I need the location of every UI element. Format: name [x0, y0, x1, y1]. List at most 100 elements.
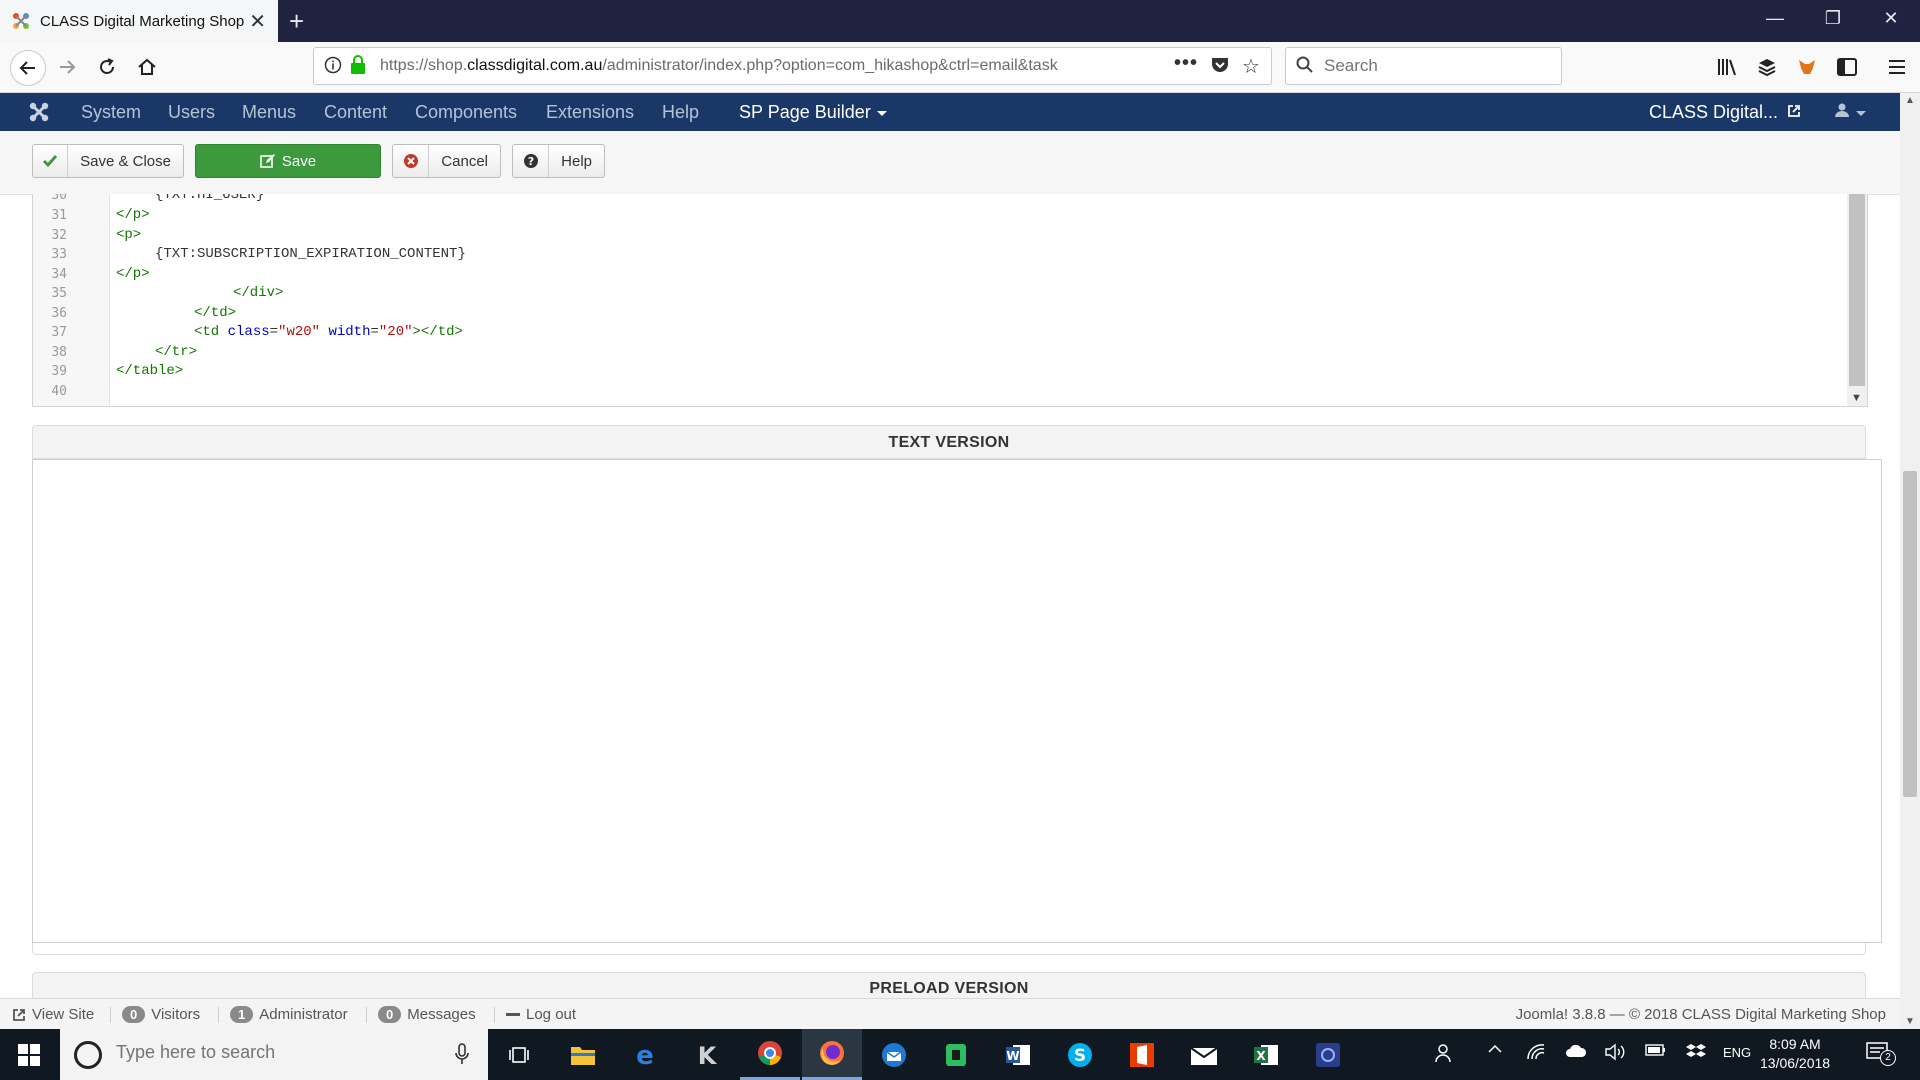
- windows-start-icon[interactable]: [18, 1044, 40, 1071]
- forward-button[interactable]: [52, 52, 82, 82]
- line-number: 31: [51, 208, 67, 223]
- onedrive-cloud-icon[interactable]: [1565, 1043, 1587, 1063]
- menu-extensions[interactable]: Extensions: [546, 102, 634, 123]
- office-icon[interactable]: [1112, 1029, 1172, 1080]
- menu-components[interactable]: Components: [415, 102, 517, 123]
- joomla-version-footer: Joomla! 3.8.8 — © 2018 CLASS Digital Mar…: [1515, 1006, 1886, 1023]
- log-out-link[interactable]: Log out: [506, 1006, 576, 1023]
- help-button[interactable]: ? Help: [512, 144, 605, 178]
- reload-button[interactable]: [92, 52, 122, 82]
- visitors-count-badge: 0: [122, 1006, 146, 1023]
- visitors-label: Visitors: [151, 1006, 201, 1023]
- pocket-icon[interactable]: [1210, 55, 1230, 80]
- task-view-icon[interactable]: [490, 1029, 550, 1080]
- chrome-icon[interactable]: [740, 1029, 800, 1080]
- people-icon[interactable]: [1435, 1043, 1457, 1067]
- back-button[interactable]: [10, 50, 46, 86]
- mail-icon[interactable]: [1174, 1029, 1234, 1080]
- sp-page-builder-label: SP Page Builder: [739, 102, 871, 122]
- taskbar-search-input[interactable]: [114, 1041, 418, 1064]
- save-button[interactable]: Save: [195, 144, 381, 178]
- view-site-link[interactable]: View Site: [12, 1006, 94, 1023]
- window-minimize-button[interactable]: —: [1752, 8, 1798, 29]
- language-indicator[interactable]: ENG: [1723, 1045, 1751, 1060]
- window-restore-button[interactable]: ❐: [1810, 8, 1856, 29]
- wifi-icon[interactable]: [1526, 1043, 1546, 1065]
- taskbar-clock[interactable]: 8:09 AM 13/06/2018: [1760, 1035, 1830, 1073]
- editor-scrollbar[interactable]: ▼: [1847, 194, 1867, 406]
- bookmark-star-icon[interactable]: ☆: [1242, 54, 1260, 79]
- joomla-logo-icon[interactable]: [28, 101, 50, 128]
- code-token-tag: <td: [194, 324, 220, 340]
- skype-icon[interactable]: S: [1050, 1029, 1110, 1080]
- menu-menus[interactable]: Menus: [242, 102, 296, 123]
- administrator-link[interactable]: 1 Administrator: [230, 1006, 348, 1023]
- question-circle-icon: ?: [513, 145, 550, 177]
- minus-icon: [506, 1013, 520, 1016]
- code-line: </p>: [116, 266, 150, 282]
- sidebar-toggle-icon[interactable]: [1832, 52, 1862, 82]
- code-line: </table>: [116, 363, 184, 379]
- secure-lock-icon[interactable]: [350, 55, 366, 80]
- user-menu[interactable]: [1834, 102, 1866, 123]
- scroll-down-arrow-icon[interactable]: ▼: [1851, 392, 1862, 404]
- library-icon[interactable]: [1712, 52, 1742, 82]
- menu-content[interactable]: Content: [324, 102, 387, 123]
- action-center-icon[interactable]: 2: [1866, 1041, 1896, 1069]
- menu-help[interactable]: Help: [662, 102, 699, 123]
- scroll-up-arrow-icon[interactable]: ▲: [1905, 95, 1915, 106]
- site-info-icon[interactable]: [324, 56, 342, 79]
- layers-extension-icon[interactable]: [1752, 52, 1782, 82]
- firefox-icon[interactable]: [802, 1029, 862, 1080]
- messages-link[interactable]: 0 Messages: [378, 1006, 476, 1023]
- volume-icon[interactable]: [1604, 1043, 1626, 1065]
- tab-close-icon[interactable]: ✕: [249, 9, 266, 34]
- visitors-link[interactable]: 0 Visitors: [122, 1006, 200, 1023]
- svg-text:?: ?: [527, 155, 533, 168]
- page-scrollbar-thumb[interactable]: [1903, 471, 1917, 797]
- page-scrollbar[interactable]: ▲ ▼: [1900, 93, 1920, 1029]
- url-domain: classdigital.com.au: [467, 57, 603, 74]
- thunderbird-icon[interactable]: [864, 1029, 924, 1080]
- page-scroll-down-arrow-icon[interactable]: ▼: [1905, 1016, 1915, 1027]
- url-text[interactable]: https://shop.classdigital.com.au/adminis…: [380, 57, 1140, 75]
- menu-sp-page-builder[interactable]: SP Page Builder: [739, 102, 887, 123]
- text-version-footer: [32, 943, 1866, 955]
- clock-time: 8:09 AM: [1769, 1036, 1821, 1052]
- edge-browser-icon[interactable]: e: [615, 1029, 675, 1080]
- evernote-icon[interactable]: [926, 1029, 986, 1080]
- browser-menu-icon[interactable]: [1882, 52, 1912, 82]
- k-app-icon[interactable]: K: [677, 1029, 737, 1080]
- word-icon[interactable]: W: [988, 1029, 1048, 1080]
- page-actions-icon[interactable]: •••: [1174, 52, 1198, 75]
- site-link[interactable]: CLASS Digital...: [1649, 102, 1801, 123]
- browser-tab-active[interactable]: CLASS Digital Marketing Shop ✕: [0, 0, 278, 42]
- save-close-button[interactable]: Save & Close: [32, 144, 184, 178]
- excel-icon[interactable]: X: [1236, 1029, 1296, 1080]
- window-close-button[interactable]: ✕: [1868, 8, 1914, 29]
- windows-taskbar: e K W S X: [0, 1029, 1920, 1080]
- url-bar[interactable]: https://shop.classdigital.com.au/adminis…: [313, 47, 1272, 85]
- home-button[interactable]: [132, 52, 162, 82]
- microphone-icon[interactable]: [455, 1043, 469, 1070]
- show-hidden-icons-chevron-icon[interactable]: [1487, 1041, 1503, 1061]
- log-out-label: Log out: [526, 1006, 577, 1023]
- battery-icon[interactable]: [1645, 1043, 1667, 1061]
- file-explorer-icon[interactable]: [553, 1029, 613, 1080]
- dropbox-icon[interactable]: [1686, 1043, 1706, 1065]
- menu-users[interactable]: Users: [168, 102, 215, 123]
- new-tab-button[interactable]: +: [289, 6, 304, 37]
- svg-text:K: K: [698, 1043, 718, 1067]
- text-version-textarea[interactable]: [32, 459, 1882, 943]
- metamask-fox-icon[interactable]: [1792, 52, 1822, 82]
- menu-system[interactable]: System: [81, 102, 141, 123]
- tab-title: CLASS Digital Marketing Shop: [40, 12, 245, 30]
- cancel-button[interactable]: Cancel: [392, 144, 501, 178]
- code-line: </p>: [116, 207, 150, 223]
- html-code-editor[interactable]: 30 31 32 33 34 35 36 37 38 39 40 {TXT:HI…: [32, 194, 1868, 407]
- photos-app-icon[interactable]: [1298, 1029, 1358, 1080]
- browser-search-box[interactable]: [1285, 47, 1562, 85]
- taskbar-search-box[interactable]: [60, 1029, 488, 1080]
- editor-scrollbar-thumb[interactable]: [1849, 194, 1865, 386]
- browser-search-input[interactable]: [1322, 55, 1546, 77]
